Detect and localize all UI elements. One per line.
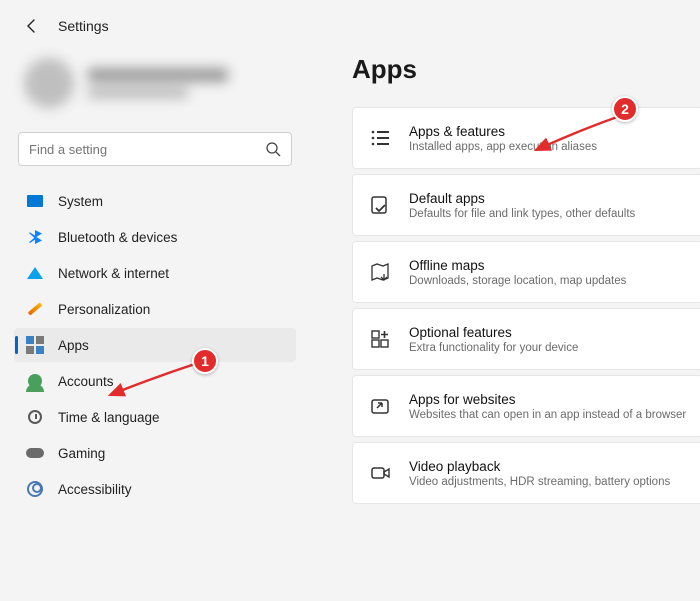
- sidebar-item-label: Network & internet: [58, 266, 169, 281]
- sidebar-item-time-language[interactable]: Time & language: [14, 400, 296, 434]
- sidebar-item-accessibility[interactable]: Accessibility: [14, 472, 296, 506]
- search-icon: [265, 141, 281, 157]
- accessibility-icon: [26, 480, 44, 498]
- card-offline-maps[interactable]: Offline maps Downloads, storage location…: [352, 241, 700, 303]
- open-app-icon: [369, 395, 391, 417]
- sidebar-item-label: System: [58, 194, 103, 209]
- person-icon: [26, 372, 44, 390]
- card-title: Video playback: [409, 459, 670, 474]
- card-title: Apps for websites: [409, 392, 686, 407]
- account-block[interactable]: [12, 44, 298, 132]
- sidebar-item-personalization[interactable]: Personalization: [14, 292, 296, 326]
- card-title: Offline maps: [409, 258, 626, 273]
- sidebar-item-label: Bluetooth & devices: [58, 230, 177, 245]
- card-subtitle: Extra functionality for your device: [409, 342, 578, 354]
- sidebar-item-system[interactable]: System: [14, 184, 296, 218]
- sidebar: System Bluetooth & devices Network & int…: [0, 44, 310, 597]
- annotation-badge-1: 1: [192, 348, 218, 374]
- card-subtitle: Video adjustments, HDR streaming, batter…: [409, 476, 670, 488]
- card-apps-for-websites[interactable]: Apps for websites Websites that can open…: [352, 375, 700, 437]
- sidebar-item-label: Personalization: [58, 302, 150, 317]
- card-subtitle: Defaults for file and link types, other …: [409, 208, 635, 220]
- avatar: [24, 58, 74, 108]
- card-subtitle: Downloads, storage location, map updates: [409, 275, 626, 287]
- search-box[interactable]: [18, 132, 292, 166]
- card-subtitle: Websites that can open in an app instead…: [409, 409, 686, 421]
- search-input[interactable]: [29, 142, 265, 157]
- card-title: Default apps: [409, 191, 635, 206]
- system-icon: [26, 192, 44, 210]
- main-panel: Apps Apps & features Installed apps, app…: [310, 44, 700, 597]
- annotation-badge-2: 2: [612, 96, 638, 122]
- card-title: Optional features: [409, 325, 578, 340]
- sidebar-item-bluetooth[interactable]: Bluetooth & devices: [14, 220, 296, 254]
- video-icon: [369, 462, 391, 484]
- checklist-icon: [369, 194, 391, 216]
- card-video-playback[interactable]: Video playback Video adjustments, HDR st…: [352, 442, 700, 504]
- nav-list: System Bluetooth & devices Network & int…: [12, 184, 298, 506]
- card-list: Apps & features Installed apps, app exec…: [352, 107, 700, 504]
- card-optional-features[interactable]: Optional features Extra functionality fo…: [352, 308, 700, 370]
- map-icon: [369, 261, 391, 283]
- sidebar-item-gaming[interactable]: Gaming: [14, 436, 296, 470]
- apps-icon: [26, 336, 44, 354]
- sidebar-item-network[interactable]: Network & internet: [14, 256, 296, 290]
- window-title: Settings: [58, 18, 109, 34]
- sidebar-item-label: Accessibility: [58, 482, 132, 497]
- page-title: Apps: [352, 54, 700, 107]
- bluetooth-icon: [26, 228, 44, 246]
- grid-plus-icon: [369, 328, 391, 350]
- sidebar-item-label: Apps: [58, 338, 89, 353]
- card-apps-features[interactable]: Apps & features Installed apps, app exec…: [352, 107, 700, 169]
- brush-icon: [26, 300, 44, 318]
- clock-icon: [26, 408, 44, 426]
- back-arrow-icon[interactable]: [24, 18, 40, 34]
- card-default-apps[interactable]: Default apps Defaults for file and link …: [352, 174, 700, 236]
- gamepad-icon: [26, 444, 44, 462]
- sidebar-item-label: Time & language: [58, 410, 160, 425]
- sidebar-item-label: Gaming: [58, 446, 105, 461]
- list-icon: [369, 127, 391, 149]
- wifi-icon: [26, 264, 44, 282]
- account-text: [88, 68, 228, 98]
